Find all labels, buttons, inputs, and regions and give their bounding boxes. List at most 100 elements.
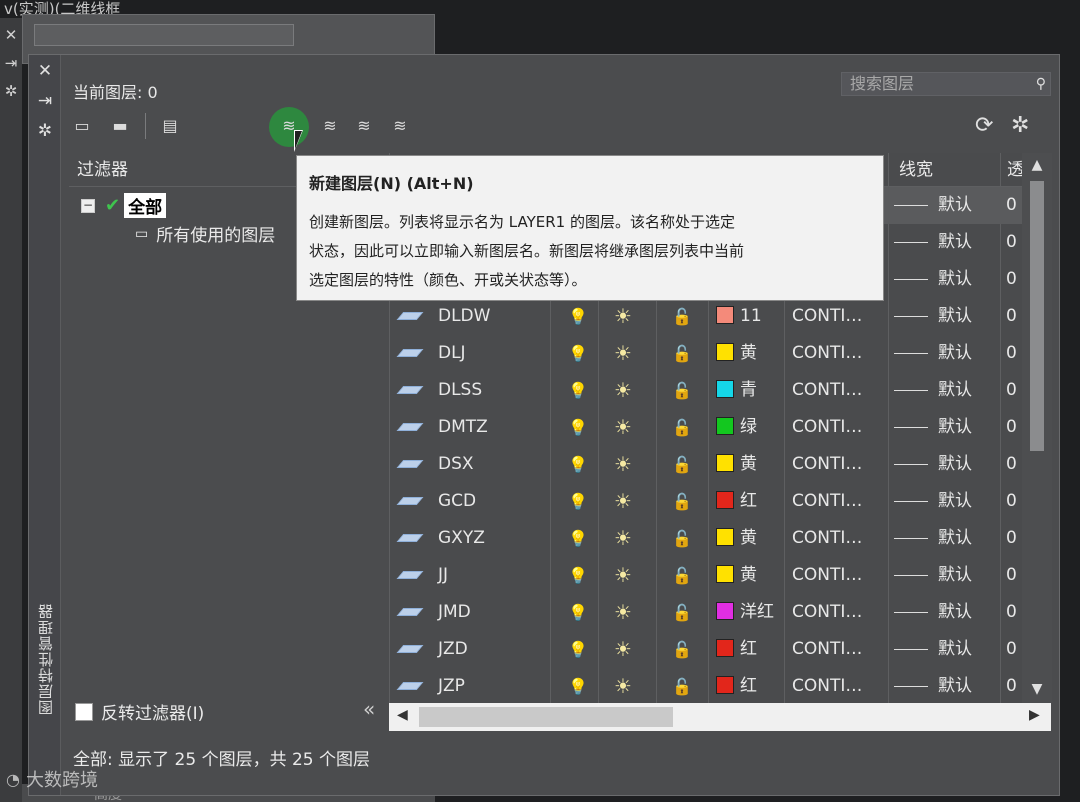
layer-color[interactable]: 青 [716,372,757,409]
filter-node-all[interactable]: − ✔ 全部 [81,193,167,218]
checkbox-box[interactable] [75,702,93,721]
layer-transparency[interactable]: 0 [1006,298,1017,335]
layer-name[interactable]: DMTZ [438,409,488,446]
layer-lineweight[interactable]: 默认 [894,409,972,446]
unlock-icon[interactable]: 🔓 [672,520,692,557]
bulb-on-icon[interactable]: 💡 [568,446,588,483]
layer-color[interactable]: 红 [716,668,757,705]
bulb-on-icon[interactable]: 💡 [568,298,588,335]
bulb-on-icon[interactable]: 💡 [568,631,588,668]
new-property-filter-icon[interactable]: ▭ [69,113,95,137]
horizontal-scrollbar[interactable]: ◀ ▶ [389,703,1051,731]
scroll-down-icon[interactable]: ▼ [1022,681,1052,697]
layer-color[interactable]: 红 [716,631,757,668]
layer-row[interactable]: JJ 💡 ☀ 🔓 黄 CONTI… 默认 0 [390,557,1022,594]
layer-transparency[interactable]: 0 [1006,631,1017,668]
layer-name[interactable]: JJ [438,557,448,594]
sun-thawed-icon[interactable]: ☀ [614,594,632,631]
unlock-icon[interactable]: 🔓 [672,594,692,631]
new-group-filter-icon[interactable]: ▬ [107,113,133,137]
layer-linetype[interactable]: CONTI… [792,557,862,594]
layer-lineweight[interactable]: 默认 [894,224,972,261]
set-current-icon[interactable]: ≋ [387,113,413,137]
bulb-on-icon[interactable]: 💡 [568,668,588,705]
sun-thawed-icon[interactable]: ☀ [614,631,632,668]
bulb-on-icon[interactable]: 💡 [568,409,588,446]
layer-name[interactable]: DSX [438,446,474,483]
layer-linetype[interactable]: CONTI… [792,372,862,409]
close-icon[interactable]: ✕ [0,26,22,44]
layer-lineweight[interactable]: 默认 [894,594,972,631]
layer-linetype[interactable]: CONTI… [792,520,862,557]
layer-color[interactable]: 黄 [716,446,757,483]
layer-states-manager-icon[interactable]: ▤ [157,113,183,137]
sun-thawed-icon[interactable]: ☀ [614,372,632,409]
autohide-icon[interactable]: ⇥ [29,91,61,111]
sun-thawed-icon[interactable]: ☀ [614,446,632,483]
bulb-on-icon[interactable]: 💡 [568,335,588,372]
layer-row[interactable]: GXYZ 💡 ☀ 🔓 黄 CONTI… 默认 0 [390,520,1022,557]
sun-thawed-icon[interactable]: ☀ [614,520,632,557]
scroll-left-icon[interactable]: ◀ [397,707,408,723]
unlock-icon[interactable]: 🔓 [672,668,692,705]
layer-lineweight[interactable]: 默认 [894,335,972,372]
sun-thawed-icon[interactable]: ☀ [614,409,632,446]
layer-linetype[interactable]: CONTI… [792,446,862,483]
filter-node-used[interactable]: ▭ 所有使用的图层 [135,221,275,247]
layer-lineweight[interactable]: 默认 [894,557,972,594]
unlock-icon[interactable]: 🔓 [672,372,692,409]
layer-lineweight[interactable]: 默认 [894,261,972,298]
layer-lineweight[interactable]: 默认 [894,631,972,668]
settings-icon[interactable]: ✲ [1011,113,1029,138]
collapse-node-icon[interactable]: − [81,198,95,213]
layer-color[interactable]: 绿 [716,409,757,446]
layer-transparency[interactable]: 0 [1006,224,1017,261]
layer-color[interactable]: 黄 [716,520,757,557]
layer-linetype[interactable]: CONTI… [792,668,862,705]
layer-transparency[interactable]: 0 [1006,668,1017,705]
layer-transparency[interactable]: 0 [1006,409,1017,446]
layer-linetype[interactable]: CONTI… [792,594,862,631]
scroll-thumb[interactable] [1030,181,1044,451]
pin-icon[interactable]: ⇥ [0,54,22,72]
layer-row[interactable]: DLJ 💡 ☀ 🔓 黄 CONTI… 默认 0 [390,335,1022,372]
layer-lineweight[interactable]: 默认 [894,298,972,335]
layer-lineweight[interactable]: 默认 [894,446,972,483]
refresh-icon[interactable]: ⟳ [975,113,993,138]
layer-transparency[interactable]: 0 [1006,557,1017,594]
layer-name[interactable]: DLJ [438,335,466,372]
bulb-on-icon[interactable]: 💡 [568,372,588,409]
layer-row[interactable]: JZP 💡 ☀ 🔓 红 CONTI… 默认 0 [390,668,1022,705]
invert-filter-checkbox[interactable]: 反转过滤器(I) [75,699,204,724]
unlock-icon[interactable]: 🔓 [672,446,692,483]
layer-name[interactable]: DLSS [438,372,482,409]
sun-thawed-icon[interactable]: ☀ [614,668,632,705]
layer-transparency[interactable]: 0 [1006,483,1017,520]
layer-transparency[interactable]: 0 [1006,446,1017,483]
layer-row[interactable]: JMD 💡 ☀ 🔓 洋红 CONTI… 默认 0 [390,594,1022,631]
scroll-right-icon[interactable]: ▶ [1029,707,1040,723]
bulb-on-icon[interactable]: 💡 [568,594,588,631]
layer-row[interactable]: DLSS 💡 ☀ 🔓 青 CONTI… 默认 0 [390,372,1022,409]
layer-lineweight[interactable]: 默认 [894,372,972,409]
unlock-icon[interactable]: 🔓 [672,483,692,520]
column-lineweight[interactable]: 线宽 [888,153,1000,187]
bulb-on-icon[interactable]: 💡 [568,483,588,520]
layer-lineweight[interactable]: 默认 [894,483,972,520]
new-layer-vp-frozen-icon[interactable]: ≋ [317,113,343,137]
sun-thawed-icon[interactable]: ☀ [614,557,632,594]
layer-color[interactable]: 洋红 [716,594,774,631]
layer-color[interactable]: 红 [716,483,757,520]
layer-name[interactable]: JZP [438,668,465,705]
layer-transparency[interactable]: 0 [1006,335,1017,372]
layer-transparency[interactable]: 0 [1006,520,1017,557]
sun-thawed-icon[interactable]: ☀ [614,298,632,335]
layer-lineweight[interactable]: 默认 [894,668,972,705]
delete-layer-icon[interactable]: ≋ [351,113,377,137]
scroll-up-icon[interactable]: ▲ [1022,157,1052,173]
hscroll-thumb[interactable] [419,707,673,727]
layer-transparency[interactable]: 0 [1006,261,1017,298]
layer-name[interactable]: GCD [438,483,476,520]
sun-thawed-icon[interactable]: ☀ [614,483,632,520]
layer-row[interactable]: DMTZ 💡 ☀ 🔓 绿 CONTI… 默认 0 [390,409,1022,446]
